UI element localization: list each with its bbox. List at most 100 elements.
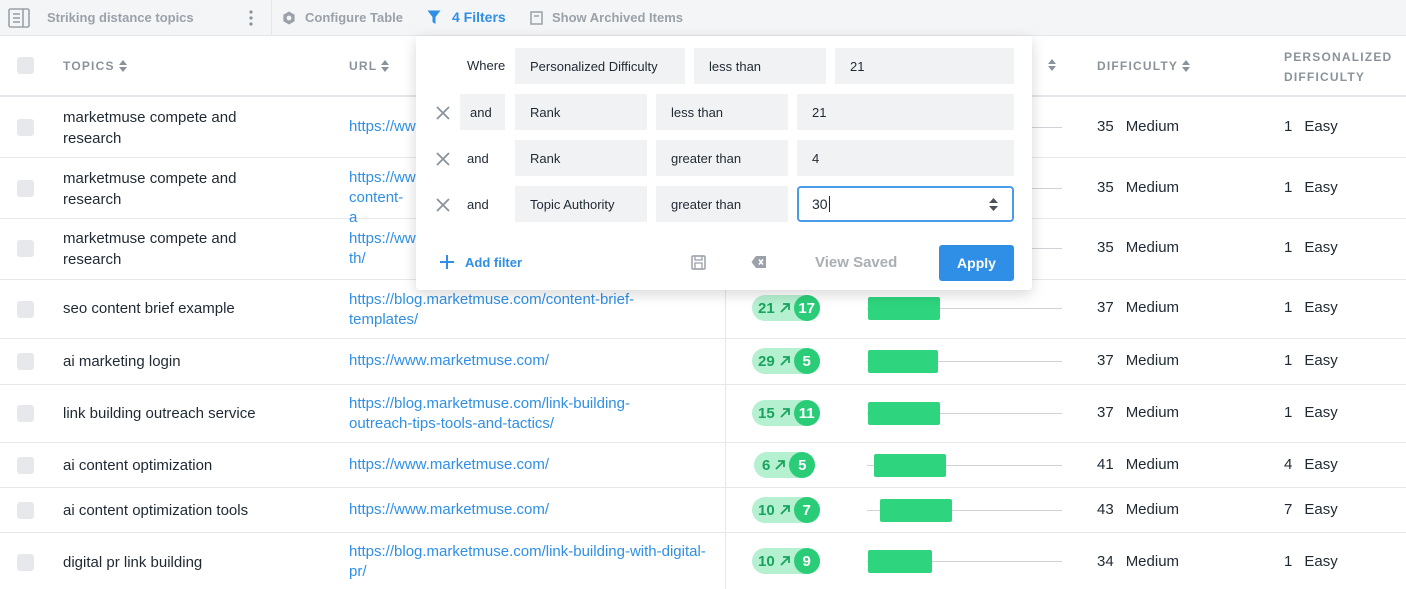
url-link[interactable]: https://ww th/ (349, 229, 416, 269)
filter-value-input[interactable]: 21 (797, 94, 1014, 130)
rank-badge: 15 11 (752, 400, 820, 426)
url-link[interactable]: https://blog.marketmuse.com/content-brie… (349, 290, 684, 330)
filters-button[interactable]: 4 Filters (452, 9, 506, 25)
table-row[interactable]: digital pr link building https://blog.ma… (0, 533, 1406, 589)
personalized-difficulty-cell: 4 Easy (1284, 456, 1338, 473)
personalized-difficulty-cell: 1 Easy (1284, 239, 1338, 256)
remove-filter-icon[interactable] (436, 152, 450, 166)
arrow-up-right-icon (780, 505, 790, 515)
clear-filters-icon[interactable] (751, 255, 767, 269)
filter-operator-select[interactable]: greater than (656, 140, 788, 176)
topic-cell: digital pr link building (63, 554, 203, 571)
topic-cell: marketmuse compete and research (63, 230, 237, 268)
authority-bar (868, 350, 938, 373)
number-stepper-icon[interactable] (989, 198, 998, 211)
personalized-difficulty-cell: 1 Easy (1284, 179, 1338, 196)
table-row[interactable]: ai content optimization tools https://ww… (0, 488, 1406, 533)
filter-popover: Where Personalized Difficulty less than … (416, 36, 1032, 290)
authority-bar (868, 550, 932, 573)
kebab-menu-icon[interactable] (246, 9, 256, 27)
row-checkbox[interactable] (17, 240, 34, 257)
archive-icon[interactable] (530, 11, 543, 25)
configure-table-button[interactable]: Configure Table (305, 10, 403, 25)
remove-filter-icon[interactable] (436, 198, 450, 212)
url-link[interactable]: https://www.marketmuse.com/ (349, 351, 709, 371)
text-cursor (828, 196, 830, 212)
view-saved-button[interactable]: View Saved (815, 254, 897, 271)
url-link[interactable]: https://www.marketmuse.com/ (349, 455, 709, 475)
arrow-up-right-icon (780, 556, 790, 566)
row-checkbox[interactable] (17, 405, 34, 422)
personalized-difficulty-cell: 7 Easy (1284, 501, 1338, 518)
url-link[interactable]: https://www.marketmuse.com/ (349, 500, 709, 520)
table-row[interactable]: ai content optimization https://www.mark… (0, 443, 1406, 488)
column-header-personalized-difficulty[interactable]: PERSONALIZED DIFFICULTY (1284, 47, 1392, 87)
show-archived-button[interactable]: Show Archived Items (552, 10, 683, 25)
filter-operator-select[interactable]: less than (656, 94, 788, 130)
remove-filter-icon[interactable] (436, 106, 450, 120)
rank-badge: 10 9 (752, 548, 820, 574)
table-row[interactable]: link building outreach service https://b… (0, 385, 1406, 443)
topic-cell: marketmuse compete and research (63, 170, 237, 208)
rank-badge: 29 5 (752, 348, 820, 374)
filter-value-input-active[interactable]: 30 (797, 186, 1014, 222)
url-link[interactable]: https://blog.marketmuse.com/link-buildin… (349, 394, 689, 434)
row-checkbox[interactable] (17, 502, 34, 519)
row-checkbox[interactable] (17, 301, 34, 318)
gear-icon[interactable] (282, 11, 296, 25)
table-title: Striking distance topics (47, 10, 194, 25)
difficulty-cell: 35 Medium (1097, 239, 1180, 256)
difficulty-cell: 35 Medium (1097, 179, 1180, 196)
personalized-difficulty-cell: 1 Easy (1284, 299, 1338, 316)
plus-icon[interactable] (440, 255, 454, 269)
authority-bar (880, 499, 952, 522)
sort-icon (118, 60, 127, 72)
select-all-checkbox[interactable] (17, 57, 34, 74)
rank-badge: 10 7 (752, 497, 820, 523)
filter-field-select[interactable]: Rank (515, 94, 647, 130)
filter-conjunction-select[interactable]: and (460, 94, 505, 130)
row-checkbox[interactable] (17, 119, 34, 136)
personalized-difficulty-cell: 1 Easy (1284, 404, 1338, 421)
difficulty-cell: 41 Medium (1097, 456, 1180, 473)
arrow-up-right-icon (775, 460, 786, 470)
difficulty-cell: 35 Medium (1097, 118, 1180, 135)
column-header-difficulty[interactable]: DIFFICULTY (1097, 59, 1191, 73)
table-row[interactable]: ai marketing login https://www.marketmus… (0, 339, 1406, 385)
toolbar: Striking distance topics Configure Table… (0, 0, 1406, 36)
row-checkbox[interactable] (17, 180, 34, 197)
save-icon[interactable] (691, 255, 706, 270)
filter-value-input[interactable]: 21 (835, 48, 1014, 84)
filter-field-select[interactable]: Personalized Difficulty (515, 48, 685, 84)
url-link[interactable]: https://blog.marketmuse.com/link-buildin… (349, 542, 709, 582)
filter-field-select[interactable]: Rank (515, 140, 647, 176)
topic-cell: ai marketing login (63, 353, 181, 370)
authority-bar (868, 297, 940, 320)
row-checkbox[interactable] (17, 554, 34, 571)
filter-value-input[interactable]: 4 (797, 140, 1014, 176)
personalized-difficulty-cell: 1 Easy (1284, 352, 1338, 369)
rank-badge: 21 17 (752, 295, 820, 321)
filter-operator-select[interactable]: greater than (656, 186, 788, 222)
personalized-difficulty-cell: 1 Easy (1284, 118, 1338, 135)
row-checkbox[interactable] (17, 353, 34, 370)
filter-field-select[interactable]: Topic Authority (515, 186, 647, 222)
column-header-url[interactable]: URL (349, 59, 390, 73)
filter-value-text: 30 (812, 196, 828, 212)
apply-button[interactable]: Apply (939, 245, 1014, 281)
sort-icon[interactable] (1048, 59, 1056, 71)
filter-conjunction-label[interactable]: and (467, 197, 489, 212)
toolbar-divider (271, 0, 272, 36)
filter-conjunction-label[interactable]: and (467, 151, 489, 166)
difficulty-cell: 43 Medium (1097, 501, 1180, 518)
row-checkbox[interactable] (17, 457, 34, 474)
arrow-up-right-icon (780, 356, 790, 366)
filter-operator-select[interactable]: less than (694, 48, 826, 84)
sort-icon (381, 60, 390, 72)
document-icon[interactable] (8, 8, 30, 28)
topic-cell: seo content brief example (63, 300, 235, 317)
add-filter-button[interactable]: Add filter (465, 255, 522, 270)
filter-icon[interactable] (427, 10, 441, 25)
arrow-up-right-icon (780, 408, 790, 418)
column-header-topics[interactable]: TOPICS (63, 59, 127, 73)
